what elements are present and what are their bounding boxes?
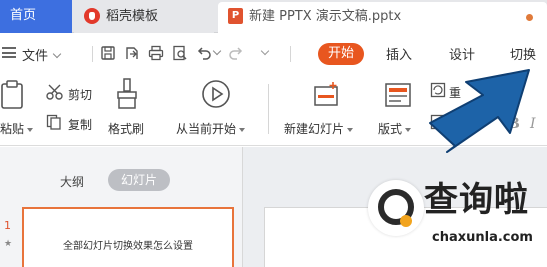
copy-button[interactable]: 复制 — [68, 116, 92, 133]
tab-insert[interactable]: 插入 — [386, 44, 412, 63]
print-preview-icon[interactable] — [172, 45, 188, 61]
tab-transitions[interactable]: 切换 — [510, 44, 536, 63]
format-painter-button[interactable]: 格式刷 — [108, 120, 144, 137]
ribbon: 粘贴 剪切 复制 格式刷 从当前开始 新建幻灯片 版式 重 B I — [0, 74, 547, 146]
tab-design[interactable]: 设计 — [449, 44, 475, 63]
caret-down-icon — [27, 127, 34, 132]
print-icon[interactable] — [148, 45, 164, 61]
scissors-icon — [46, 84, 63, 100]
chevron-down-icon — [52, 49, 62, 59]
watermark-url: chaxunla.com — [432, 230, 533, 245]
slide-thumbnail[interactable]: 全部幻灯片切换效果怎么设置 — [22, 207, 234, 267]
slides-panel: 大纲 幻灯片 1 ★ 全部幻灯片切换效果怎么设置 — [0, 147, 243, 267]
paste-icon[interactable] — [0, 80, 26, 112]
tab-home-ribbon[interactable]: 开始 — [318, 43, 364, 65]
paste-label: 粘贴 — [0, 122, 25, 136]
layout-label: 版式 — [378, 122, 403, 136]
divider — [290, 46, 291, 62]
watermark-logo-icon — [368, 180, 424, 236]
bold-icon[interactable]: B — [508, 116, 520, 132]
copy-icon — [46, 114, 61, 130]
menu-row: 文件 开始 插入 设计 切换 — [0, 34, 547, 74]
paste-button[interactable]: 粘贴 — [0, 120, 34, 137]
layout-button[interactable]: 版式 — [378, 120, 412, 137]
tab-document[interactable]: P 新建 PPTX 演示文稿.pptx — [218, 2, 547, 33]
reset-icon[interactable] — [430, 82, 446, 98]
unsaved-dot-icon — [526, 14, 533, 21]
play-icon[interactable] — [200, 78, 232, 110]
tab-home[interactable]: 首页 — [0, 0, 72, 33]
caret-down-icon — [405, 127, 412, 132]
undo-dropdown-icon[interactable] — [212, 46, 222, 56]
new-slide-icon[interactable] — [312, 80, 342, 110]
redo-icon[interactable] — [228, 45, 244, 61]
customize-toolbar-icon[interactable] — [260, 46, 270, 56]
tab-outline[interactable]: 大纲 — [60, 173, 84, 190]
caret-down-icon — [239, 127, 246, 132]
watermark: 查询啦 chaxunla.com — [368, 178, 547, 267]
cut-button[interactable]: 剪切 — [68, 86, 92, 103]
play-from-current-label: 从当前开始 — [176, 122, 237, 136]
slide-thumbnail-title: 全部幻灯片切换效果怎么设置 — [63, 241, 193, 252]
presentation-file-icon: P — [228, 7, 243, 24]
undo-icon[interactable] — [196, 45, 212, 61]
reset-button[interactable]: 重 — [449, 84, 461, 101]
new-slide-label: 新建幻灯片 — [284, 122, 345, 136]
slide-number: 1 — [4, 219, 11, 232]
divider — [268, 84, 269, 134]
format-painter-icon[interactable] — [114, 78, 140, 110]
new-slide-button[interactable]: 新建幻灯片 — [284, 120, 354, 137]
tab-template-label: 稻壳模板 — [106, 9, 159, 24]
save-icon[interactable] — [100, 45, 116, 61]
watermark-title: 查询啦 — [424, 180, 529, 220]
tab-slides[interactable]: 幻灯片 — [108, 169, 170, 191]
tab-template[interactable]: 稻壳模板 — [74, 2, 214, 33]
menu-icon[interactable] — [2, 47, 16, 58]
italic-icon[interactable]: I — [530, 116, 536, 132]
output-icon[interactable] — [124, 45, 140, 61]
play-from-current-button[interactable]: 从当前开始 — [176, 120, 246, 137]
tab-document-label: 新建 PPTX 演示文稿.pptx — [249, 9, 402, 24]
star-icon: ★ — [4, 239, 13, 249]
file-menu[interactable]: 文件 — [22, 45, 62, 64]
tab-bar: 首页 稻壳模板 P 新建 PPTX 演示文稿.pptx — [0, 0, 547, 33]
section-icon[interactable] — [430, 114, 446, 130]
file-menu-label: 文件 — [22, 49, 49, 64]
divider — [92, 46, 93, 62]
docer-logo-icon — [84, 7, 100, 24]
layout-icon[interactable] — [384, 82, 412, 108]
caret-down-icon — [347, 127, 354, 132]
